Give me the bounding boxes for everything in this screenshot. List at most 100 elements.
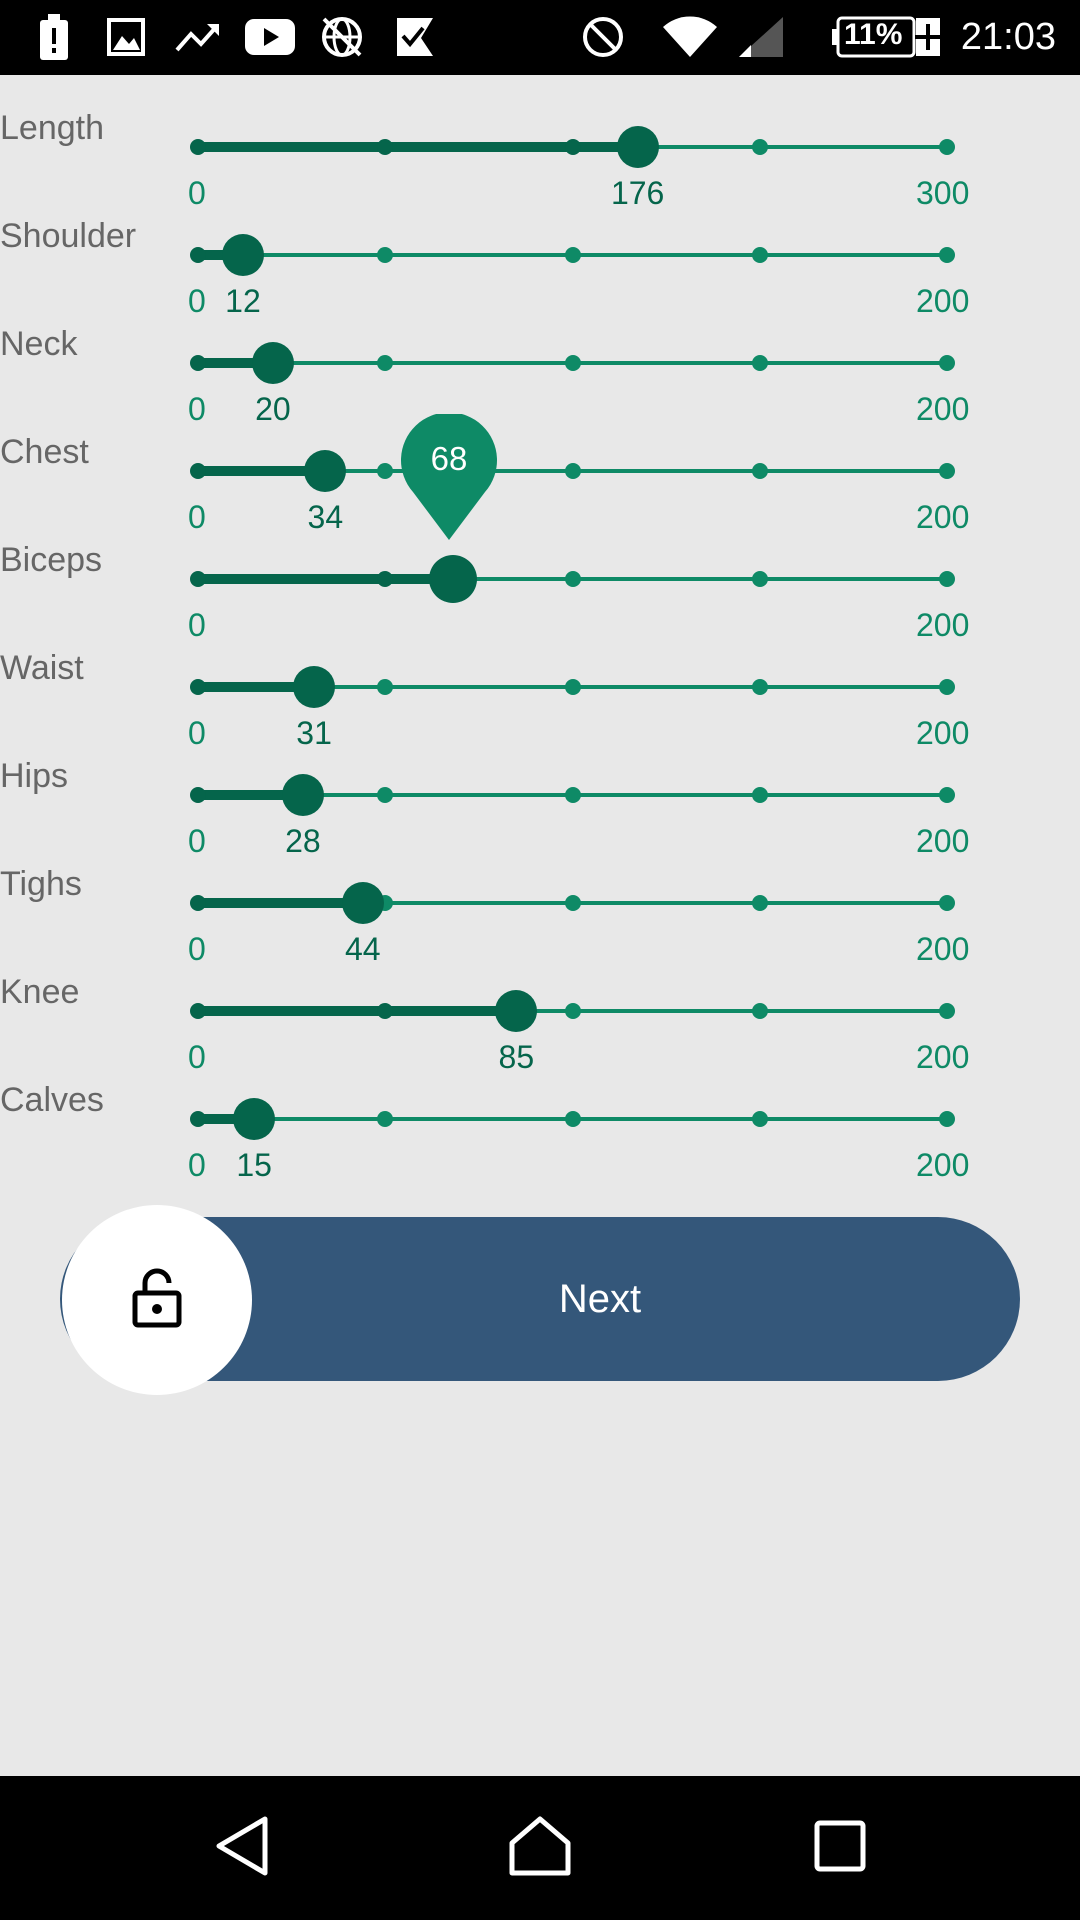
image-icon — [104, 12, 148, 62]
slider-tick — [939, 463, 955, 479]
slider-track[interactable] — [190, 1098, 955, 1140]
slider-tick — [377, 787, 394, 803]
slider-row-calves: Calves 0 15 200 — [0, 1047, 1080, 1183]
slider-row-knee: Knee 0 85 200 — [0, 939, 1080, 1075]
slider-tick — [190, 1003, 206, 1019]
slider-tick — [564, 1003, 581, 1019]
clock: 21:03 — [960, 16, 1056, 58]
slider-label: Knee — [0, 973, 80, 1011]
slider-tick — [939, 1003, 955, 1019]
slider-label: Calves — [0, 1081, 104, 1119]
tooltip-value: 68 — [430, 440, 468, 477]
slider-track[interactable] — [190, 234, 955, 276]
status-bar: 11% 21:03 — [0, 0, 1080, 75]
slider-tick — [377, 571, 394, 587]
slider-tick — [939, 355, 955, 371]
slider-label: Shoulder — [0, 217, 137, 255]
home-icon — [508, 1815, 572, 1882]
slider-thumb[interactable] — [495, 990, 538, 1032]
slider-thumb[interactable] — [341, 882, 384, 924]
slider-thumb[interactable] — [428, 555, 477, 603]
slider-row-waist: Waist 0 31 200 — [0, 615, 1080, 751]
slider-tick — [939, 1111, 955, 1127]
slider-tick — [377, 247, 394, 263]
slider-label: Biceps — [0, 541, 103, 579]
slider-row-neck: Neck 0 20 200 — [0, 291, 1080, 427]
slider-tick — [190, 1111, 206, 1127]
slider-track[interactable] — [190, 342, 955, 384]
slider-track[interactable] — [190, 666, 955, 708]
trending-icon — [174, 12, 222, 62]
slider-thumb[interactable] — [304, 450, 347, 492]
slider-row-shoulder: Shoulder 0 12 200 — [0, 183, 1080, 319]
slider-tick — [751, 787, 768, 803]
slider-thumb[interactable] — [251, 342, 294, 384]
slider-track[interactable] — [190, 882, 955, 924]
slider-tick — [190, 787, 206, 803]
slider-value: 15 — [236, 1147, 272, 1183]
slider-row-tighs: Tighs 0 44 200 — [0, 831, 1080, 967]
recents-icon — [814, 1820, 866, 1877]
slider-tick — [939, 895, 955, 911]
slider-tick — [377, 679, 394, 695]
slider-tick — [751, 1003, 768, 1019]
slider-tick — [190, 355, 206, 371]
slider-row-hips: Hips 0 28 200 — [0, 723, 1080, 859]
slider-label: Length — [0, 109, 104, 147]
slider-tick — [377, 1003, 394, 1019]
slider-tick — [751, 355, 768, 371]
slider-thumb[interactable] — [616, 126, 659, 168]
slider-track[interactable] — [190, 774, 955, 816]
slider-track[interactable] — [190, 555, 955, 603]
slider-tick — [190, 247, 206, 263]
slider-track[interactable] — [190, 126, 955, 168]
swipe-handle[interactable] — [62, 1205, 252, 1395]
slider-track[interactable] — [190, 450, 955, 492]
slider-row-biceps: Biceps 0 200 — [0, 507, 1080, 643]
do-not-disturb-icon — [580, 12, 626, 62]
slider-tick — [190, 679, 206, 695]
slider-tick — [939, 139, 955, 155]
slider-fill — [198, 574, 453, 584]
slider-label: Tighs — [0, 865, 82, 903]
slider-tick — [377, 139, 394, 155]
slider-min: 0 — [188, 1147, 206, 1183]
slider-max: 200 — [916, 1147, 970, 1183]
recents-button[interactable] — [798, 1806, 882, 1890]
back-button[interactable] — [200, 1806, 284, 1890]
slider-thumb[interactable] — [221, 234, 264, 276]
slider-tick — [939, 787, 955, 803]
slider-tick — [751, 679, 768, 695]
slider-label: Chest — [0, 433, 89, 471]
navigation-bar — [0, 1776, 1080, 1920]
slider-tick — [751, 895, 768, 911]
value-tooltip: 68 — [401, 414, 497, 544]
slider-tick — [564, 1111, 581, 1127]
slider-tick — [377, 1111, 394, 1127]
slider-track[interactable] — [190, 990, 955, 1032]
slider-tick — [564, 571, 581, 587]
slider-tick — [377, 463, 394, 479]
slider-tick — [939, 679, 955, 695]
slider-label: Waist — [0, 649, 84, 687]
slider-thumb[interactable] — [281, 774, 324, 816]
slider-tick — [190, 139, 206, 155]
youtube-icon — [244, 12, 296, 62]
globe-off-icon — [318, 12, 366, 62]
slider-tick — [190, 571, 206, 587]
slider-row-chest: Chest 0 34 200 — [0, 399, 1080, 535]
wifi-icon — [660, 12, 720, 62]
slider-tick — [751, 139, 768, 155]
alert-icon — [36, 12, 72, 62]
slider-thumb[interactable] — [293, 666, 336, 708]
unlock-icon — [131, 1267, 183, 1334]
back-icon — [213, 1815, 271, 1882]
slider-tick — [751, 1111, 768, 1127]
slider-tick — [939, 571, 955, 587]
slider-thumb[interactable] — [233, 1098, 276, 1140]
battery-text: 11% — [844, 18, 903, 51]
check-flag-icon — [394, 12, 436, 62]
slider-tick — [564, 679, 581, 695]
home-button[interactable] — [498, 1806, 582, 1890]
slider-tick — [190, 463, 206, 479]
